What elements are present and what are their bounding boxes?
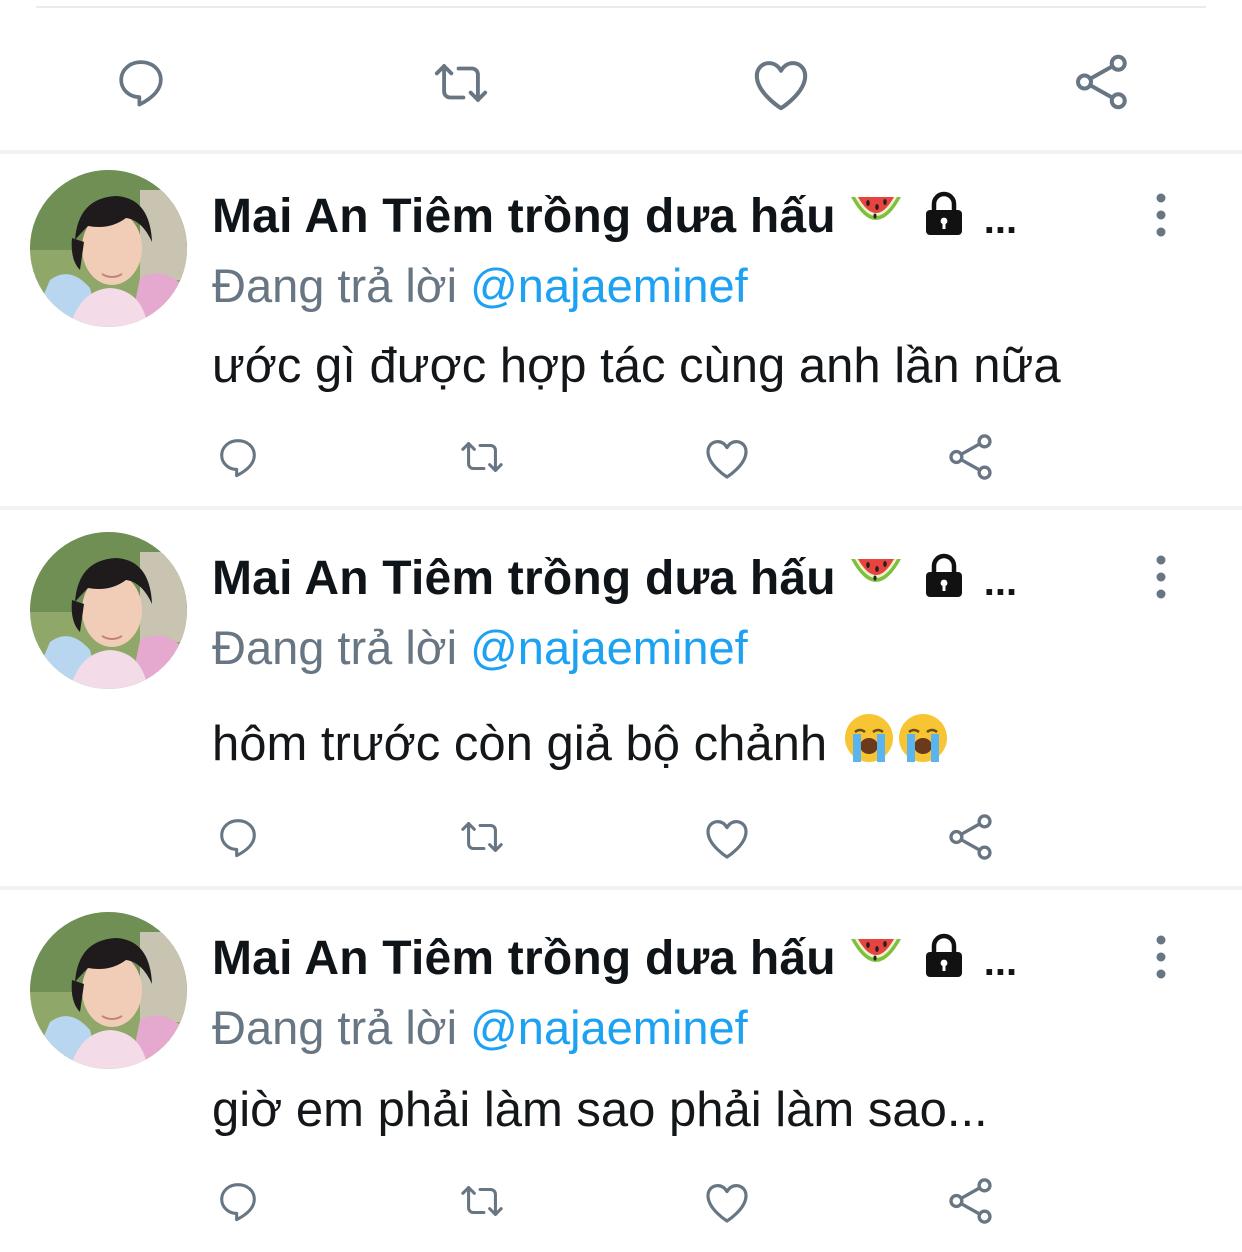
retweet-icon[interactable] xyxy=(454,814,510,860)
avatar[interactable] xyxy=(30,912,187,1069)
name-truncation: ... xyxy=(983,939,1018,984)
reply-handle-link[interactable]: @najaeminef xyxy=(470,621,748,674)
share-icon[interactable] xyxy=(946,812,996,862)
tweet[interactable]: Mai An Tiêm trồng dưa hấu ... Đang trả l… xyxy=(0,890,1242,1252)
more-options-icon[interactable] xyxy=(1146,932,1176,982)
avatar[interactable] xyxy=(30,170,187,327)
loudly-crying-face-emoji xyxy=(897,712,949,776)
previous-tweet-actions xyxy=(0,8,1242,150)
tweet-text-content: hôm trước còn giả bộ chảnh xyxy=(212,717,828,771)
loudly-crying-face-emoji xyxy=(843,712,895,776)
reply-icon[interactable] xyxy=(112,54,170,110)
share-icon[interactable] xyxy=(946,432,996,482)
lock-emoji xyxy=(922,933,966,984)
lock-emoji xyxy=(922,553,966,604)
watermelon-emoji xyxy=(848,933,904,984)
tweet[interactable]: Mai An Tiêm trồng dưa hấu ... Đang trả l… xyxy=(0,154,1242,506)
share-icon[interactable] xyxy=(946,1176,996,1226)
avatar[interactable] xyxy=(30,532,187,689)
watermelon-emoji xyxy=(848,553,904,604)
reply-icon[interactable] xyxy=(215,434,261,480)
heart-icon[interactable] xyxy=(750,56,812,112)
reply-context: Đang trả lời @najaeminef xyxy=(212,620,748,675)
reply-icon[interactable] xyxy=(215,1178,261,1224)
retweet-icon[interactable] xyxy=(454,1178,510,1224)
retweet-icon[interactable] xyxy=(454,434,510,480)
tweet-text: giờ em phải làm sao phải làm sao... xyxy=(212,1082,988,1138)
heart-icon[interactable] xyxy=(703,436,751,480)
heart-icon[interactable] xyxy=(703,816,751,860)
tweet[interactable]: Mai An Tiêm trồng dưa hấu ... Đang trả l… xyxy=(0,510,1242,886)
reply-handle-link[interactable]: @najaeminef xyxy=(470,259,748,312)
reply-prefix: Đang trả lời xyxy=(212,1001,458,1054)
heart-icon[interactable] xyxy=(703,1180,751,1224)
tweet-text-content: ước gì được hợp tác cùng anh lần nữa xyxy=(212,339,1061,393)
tweet-text-content: giờ em phải làm sao phải làm sao... xyxy=(212,1083,988,1137)
lock-emoji xyxy=(922,191,966,242)
reply-prefix: Đang trả lời xyxy=(212,621,458,674)
author-name[interactable]: Mai An Tiêm trồng dưa hấu xyxy=(212,189,836,244)
share-icon[interactable] xyxy=(1072,52,1132,112)
retweet-icon[interactable] xyxy=(428,54,494,112)
watermelon-emoji xyxy=(848,191,904,242)
author-name-line: Mai An Tiêm trồng dưa hấu ... xyxy=(212,186,1017,246)
reply-icon[interactable] xyxy=(215,814,261,860)
author-name-line: Mai An Tiêm trồng dưa hấu ... xyxy=(212,928,1017,988)
reply-prefix: Đang trả lời xyxy=(212,259,458,312)
tweet-text: ước gì được hợp tác cùng anh lần nữa xyxy=(212,338,1061,394)
author-name[interactable]: Mai An Tiêm trồng dưa hấu xyxy=(212,931,836,986)
tweet-text: hôm trước còn giả bộ chảnh xyxy=(212,712,949,776)
reply-context: Đang trả lời @najaeminef xyxy=(212,1000,748,1055)
more-options-icon[interactable] xyxy=(1146,552,1176,602)
name-truncation: ... xyxy=(983,197,1018,242)
reply-context: Đang trả lời @najaeminef xyxy=(212,258,748,313)
author-name-line: Mai An Tiêm trồng dưa hấu ... xyxy=(212,548,1017,608)
name-truncation: ... xyxy=(983,559,1018,604)
more-options-icon[interactable] xyxy=(1146,190,1176,240)
reply-handle-link[interactable]: @najaeminef xyxy=(470,1001,748,1054)
author-name[interactable]: Mai An Tiêm trồng dưa hấu xyxy=(212,551,836,606)
